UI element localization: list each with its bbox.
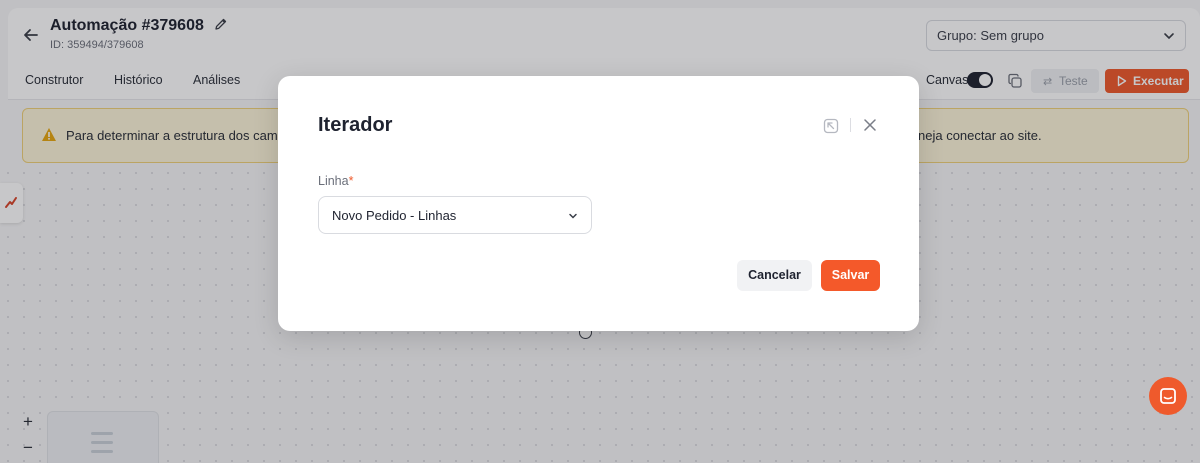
save-button[interactable]: Salvar [821,260,880,291]
iterator-modal: Iterador Linha* Novo Pedido - Linhas Can… [278,76,919,331]
header-divider [850,118,851,132]
linha-select-value: Novo Pedido - Linhas [332,208,457,223]
chat-launcher-button[interactable] [1149,377,1187,415]
field-label-text: Linha [318,174,349,188]
close-icon[interactable] [862,117,878,133]
linha-select[interactable]: Novo Pedido - Linhas [318,196,592,234]
chat-icon [1160,388,1176,404]
modal-title: Iterador [318,114,393,136]
chevron-down-icon [569,213,577,219]
required-asterisk: * [348,174,354,188]
cancel-button[interactable]: Cancelar [737,260,812,291]
open-external-icon[interactable] [823,118,839,134]
field-label-linha: Linha* [318,174,353,188]
